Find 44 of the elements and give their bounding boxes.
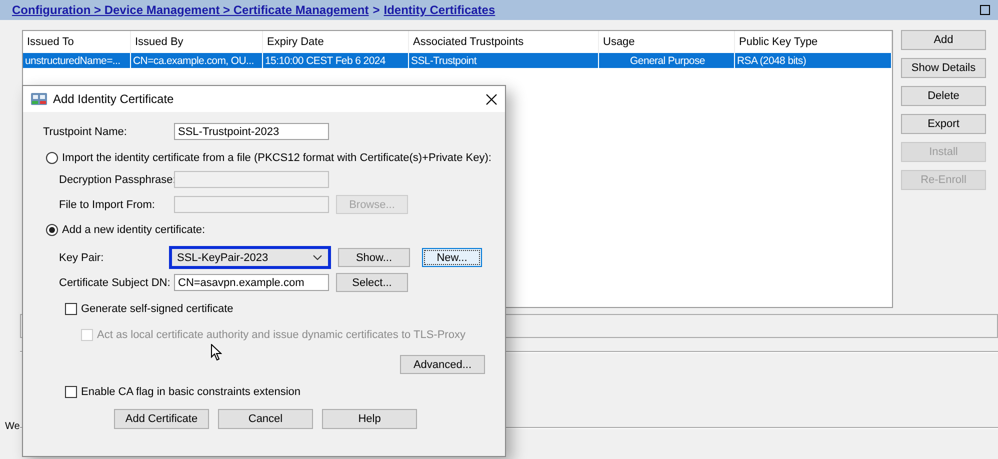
checkbox[interactable] (65, 386, 77, 398)
dialog-button[interactable]: New... (422, 248, 482, 267)
select-button[interactable]: Select... (336, 273, 408, 292)
certificate-app-icon (31, 92, 47, 106)
table-cell: unstructuredName=... (23, 53, 131, 68)
radio-button[interactable] (46, 224, 58, 236)
breadcrumb-link[interactable]: Identity Certificates (384, 3, 496, 17)
field-label: File to Import From: (59, 198, 156, 210)
checkbox-label: Generate self-signed certificate (81, 302, 234, 314)
trustpoint-name-field[interactable]: SSL-Trustpoint-2023 (174, 123, 329, 140)
dialog-button[interactable]: Cancel (218, 409, 313, 429)
table-cell: RSA (2048 bits) (735, 53, 892, 68)
radio-button[interactable] (46, 152, 58, 164)
subject-dn-field[interactable]: CN=asavpn.example.com (174, 274, 329, 291)
breadcrumb-link[interactable]: Configuration > Device Management > Certificate Management (12, 3, 369, 17)
checkbox-label: Enable CA flag in basic constraints extension (81, 386, 301, 398)
dialog-button[interactable]: Help (322, 409, 417, 429)
maximize-icon[interactable] (980, 5, 990, 15)
table-cell: SSL-Trustpoint (409, 53, 599, 68)
caret-icon (313, 255, 322, 260)
side-button[interactable]: Export (901, 114, 986, 134)
dialog-button[interactable]: Show... (338, 248, 410, 267)
checkbox-label: Act as local certificate authority and issue dynamic certificates to TLS-Proxy (97, 328, 466, 340)
table-cell: General Purpose (599, 53, 735, 68)
advanced-button[interactable]: Advanced... (400, 355, 485, 374)
side-button[interactable]: Show Details (901, 58, 986, 78)
key-pair-dropdown[interactable]: SSL-KeyPair-2023 (169, 246, 331, 269)
radio-label: Import the identity certificate from a file (PKCS12 format with Certificate(s)+Private Key): (62, 152, 492, 164)
dialog-title: Add Identity Certificate (53, 92, 174, 106)
close-icon[interactable] (486, 94, 497, 104)
table-cell: 15:10:00 CEST Feb 6 2024 (263, 53, 409, 68)
checkbox[interactable] (65, 302, 77, 314)
field-label: Trustpoint Name: (43, 126, 128, 138)
field-label: Certificate Subject DN: (59, 276, 172, 288)
breadcrumb-separator: > (372, 3, 380, 17)
status-text: We (5, 421, 20, 432)
side-button[interactable]: Add (901, 30, 986, 50)
dialog-button[interactable]: Add Certificate (114, 409, 209, 429)
radio-label: Add a new identity certificate: (62, 224, 206, 236)
field-label: Decryption Passphrase: (59, 174, 174, 186)
field-label: Key Pair: (59, 252, 105, 264)
cursor-icon (211, 344, 222, 361)
table-cell: CN=ca.example.com, OU... (131, 53, 263, 68)
side-button[interactable]: Delete (901, 86, 986, 106)
